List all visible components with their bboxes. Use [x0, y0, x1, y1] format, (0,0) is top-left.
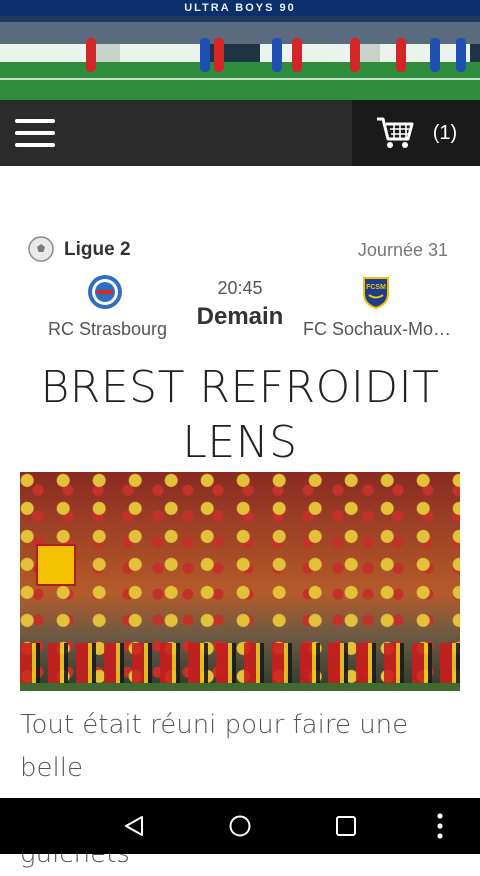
league-ball-icon	[28, 236, 54, 262]
article-photo[interactable]	[20, 472, 460, 691]
menu-button[interactable]	[0, 100, 70, 166]
article-title-line: LENS	[182, 417, 298, 468]
lens-flag	[36, 544, 76, 586]
lead-line: Tout était réuni pour faire une belle	[20, 710, 409, 783]
home-icon[interactable]	[228, 814, 252, 838]
player-figure	[214, 38, 224, 72]
recent-apps-icon[interactable]	[334, 814, 358, 838]
match-card[interactable]: Ligue 2 Journée 31 20:45 Demain FCSM RC …	[20, 233, 460, 353]
player-figure	[272, 38, 282, 72]
article-title[interactable]: BREST REFROIDIT LENS	[20, 360, 460, 470]
cart-count: (1)	[432, 121, 458, 144]
player-figure	[430, 38, 440, 72]
header-stadium-photo: ULTRA BOYS 90	[0, 0, 480, 100]
home-team-name: RC Strasbourg	[48, 319, 168, 339]
away-team-name: FC Sochaux-Mon...	[303, 319, 453, 339]
players-row	[20, 643, 460, 683]
app-bar: (1)	[0, 100, 480, 166]
player-figure	[292, 38, 302, 72]
player-figure	[396, 38, 406, 72]
player-figure	[456, 38, 466, 72]
system-nav-bar	[0, 798, 480, 854]
player-figure	[86, 38, 96, 72]
pitch-line	[0, 78, 480, 80]
sochaux-crest-icon: FCSM	[363, 277, 389, 310]
article-title-line: BREST REFROIDIT	[40, 362, 440, 413]
sochaux-crest-text: FCSM	[366, 284, 386, 291]
player-figure	[200, 38, 210, 72]
back-icon[interactable]	[122, 814, 146, 838]
overflow-menu-icon[interactable]	[430, 810, 450, 842]
round-label: Journée 31	[357, 240, 448, 260]
league-name: Ligue 2	[64, 239, 131, 260]
match-time: 20:45	[217, 278, 263, 298]
shopping-cart-icon	[376, 117, 414, 148]
cart-button[interactable]: (1)	[352, 100, 480, 166]
player-figure	[350, 38, 360, 72]
advertising-boards	[0, 44, 480, 62]
pitch-strip	[20, 683, 460, 691]
hamburger-icon	[15, 119, 55, 147]
stadium-banner: ULTRA BOYS 90	[0, 0, 480, 16]
